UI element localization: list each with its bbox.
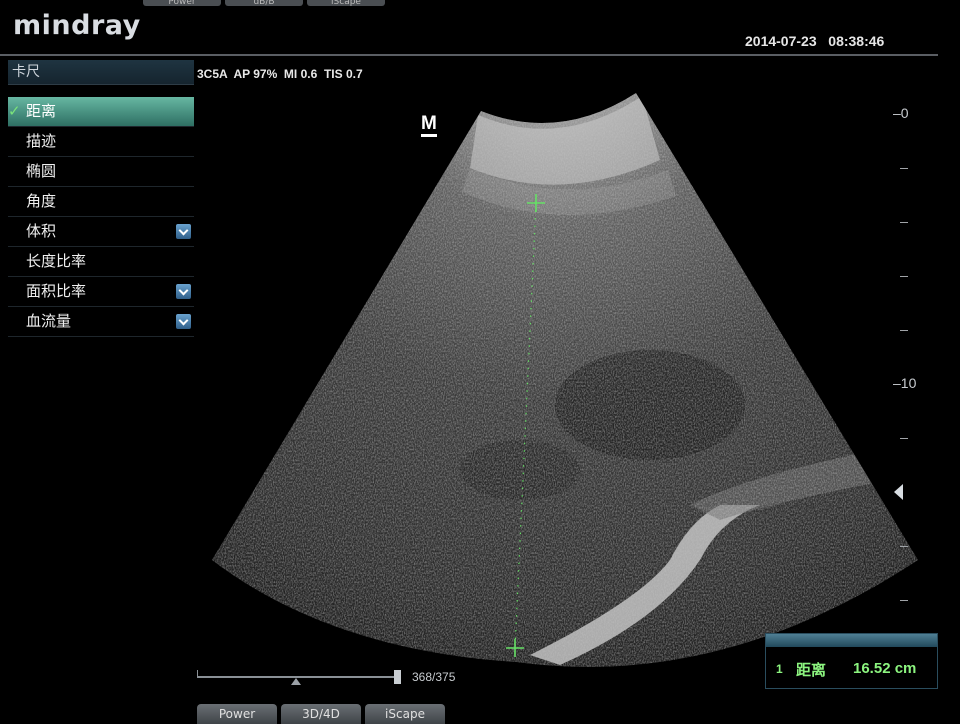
iscape-button[interactable]: iScape bbox=[365, 704, 445, 724]
brand-logo: mindray bbox=[13, 10, 141, 41]
3d4d-button[interactable]: 3D/4D bbox=[281, 704, 361, 724]
probe-parameters: 3C5A AP 97% MI 0.6 TIS 0.7 bbox=[197, 67, 363, 81]
chevron-down-icon[interactable] bbox=[176, 224, 191, 239]
result-value: 16.52 cm bbox=[853, 660, 917, 677]
header-divider bbox=[0, 54, 938, 56]
menu-item-length-ratio[interactable]: 长度比率 bbox=[8, 247, 194, 277]
menu-item-label: 血流量 bbox=[26, 312, 72, 330]
caliper-menu: 卡尺 ✓ 距离 描迹 椭圆 角度 体积 长度比率 面积比率 血流量 bbox=[8, 60, 194, 337]
menu-item-label: 面积比率 bbox=[26, 282, 87, 300]
chevron-down-icon[interactable] bbox=[176, 284, 191, 299]
menu-item-distance[interactable]: ✓ 距离 bbox=[8, 97, 194, 127]
top-power-button[interactable]: Power bbox=[143, 0, 221, 6]
menu-item-flow-volume[interactable]: 血流量 bbox=[8, 307, 194, 337]
menu-item-label: 长度比率 bbox=[26, 252, 87, 270]
result-name: 距离 bbox=[796, 661, 827, 679]
menu-item-label: 描迹 bbox=[26, 132, 57, 150]
menu-item-label: 角度 bbox=[26, 192, 57, 210]
measurement-result-box: 1 距离 16.52 cm bbox=[765, 633, 938, 689]
top-db-button[interactable]: dB/B bbox=[225, 0, 303, 6]
bottom-button-bar: Power 3D/4D iScape bbox=[197, 704, 445, 724]
cine-end-handle[interactable] bbox=[394, 670, 401, 684]
menu-title: 卡尺 bbox=[8, 60, 194, 85]
result-index: 1 bbox=[776, 662, 783, 676]
orientation-marker: M bbox=[421, 114, 437, 137]
focus-marker-icon[interactable] bbox=[894, 484, 903, 500]
depth-label-0: –0 bbox=[893, 105, 909, 121]
frame-counter: 368/375 bbox=[412, 670, 456, 684]
check-icon: ✓ bbox=[8, 102, 21, 120]
menu-item-label: 体积 bbox=[26, 222, 57, 240]
result-header bbox=[766, 634, 937, 647]
menu-item-area-ratio[interactable]: 面积比率 bbox=[8, 277, 194, 307]
cine-thumb[interactable] bbox=[291, 678, 301, 685]
depth-label-10: –10 bbox=[893, 375, 917, 391]
menu-item-label: 距离 bbox=[26, 102, 57, 120]
menu-item-label: 椭圆 bbox=[26, 162, 57, 180]
date-time: 2014-07-23 08:38:46 bbox=[745, 33, 885, 49]
chevron-down-icon[interactable] bbox=[176, 314, 191, 329]
top-iscape-button[interactable]: iScape bbox=[307, 0, 385, 6]
menu-item-volume[interactable]: 体积 bbox=[8, 217, 194, 247]
menu-item-ellipse[interactable]: 椭圆 bbox=[8, 157, 194, 187]
top-button-bar: Power dB/B iScape bbox=[143, 0, 385, 6]
power-button[interactable]: Power bbox=[197, 704, 277, 724]
menu-item-trace[interactable]: 描迹 bbox=[8, 127, 194, 157]
menu-item-angle[interactable]: 角度 bbox=[8, 187, 194, 217]
